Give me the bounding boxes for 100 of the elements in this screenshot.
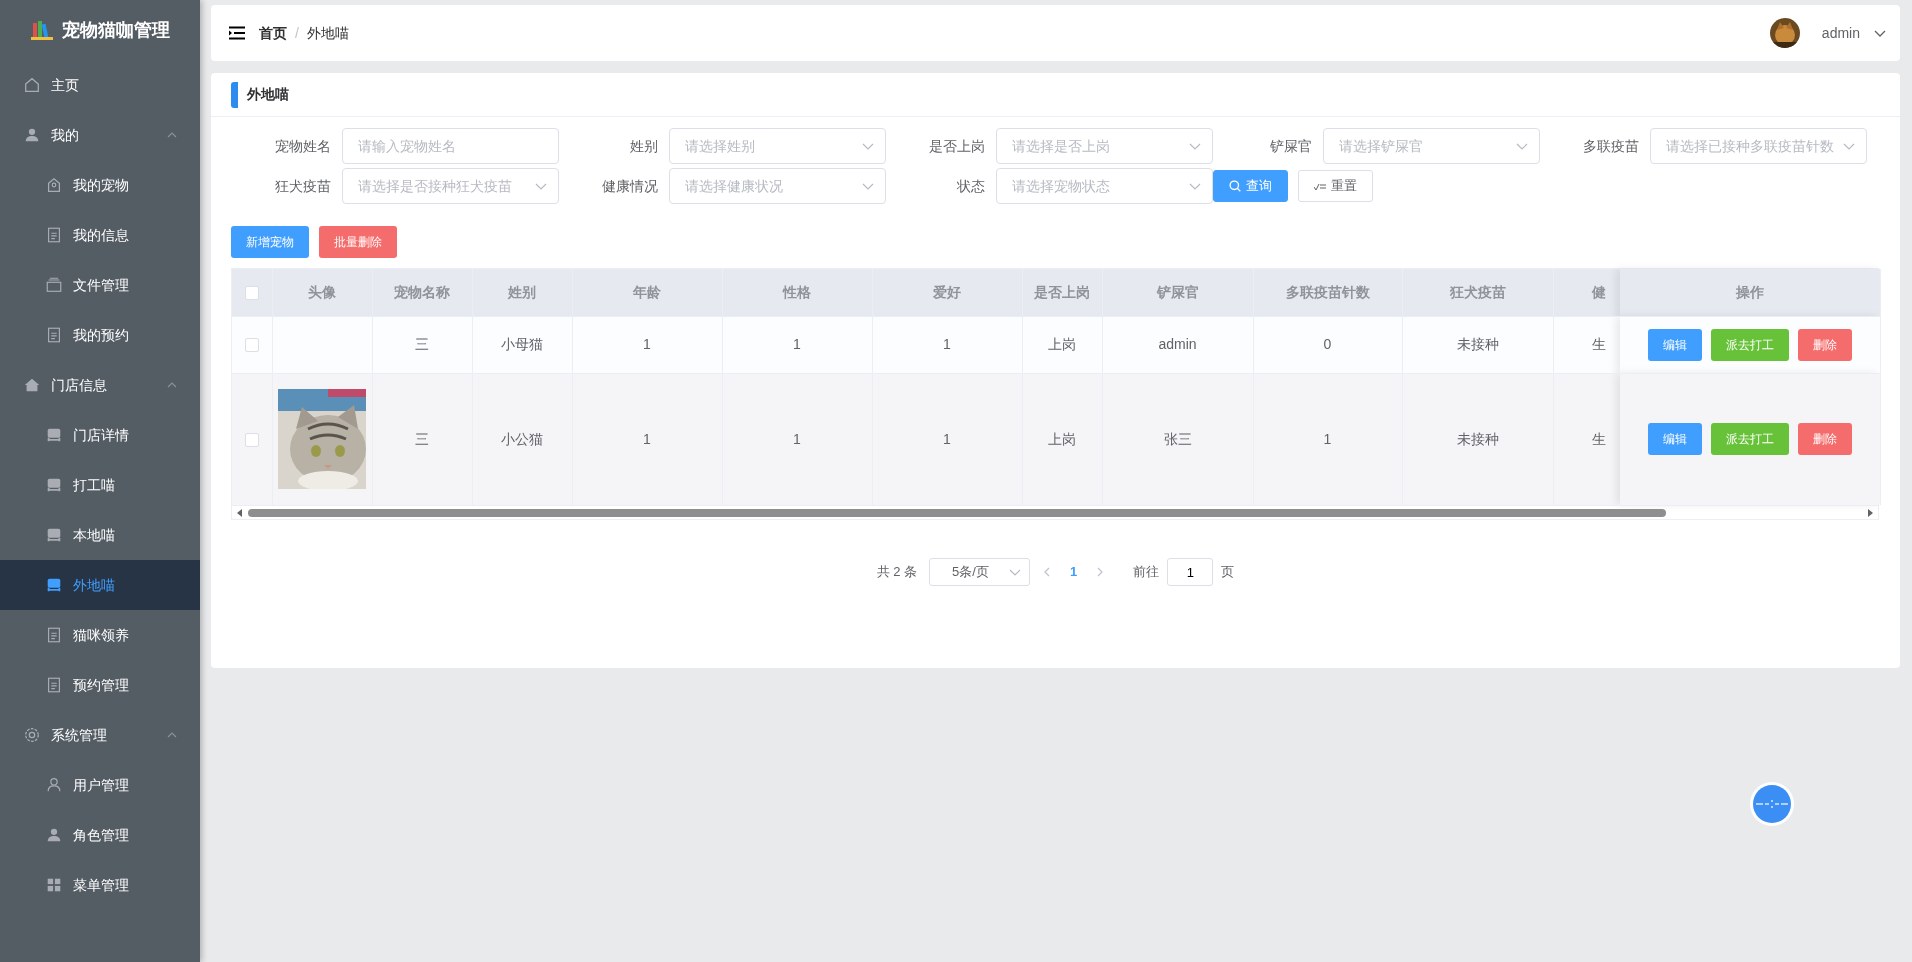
breadcrumb-separator: / xyxy=(295,23,299,43)
table-cell: 1 xyxy=(943,430,951,447)
shop-icon xyxy=(45,526,63,544)
column-header: 头像 xyxy=(308,283,336,300)
table-cell: 张三 xyxy=(1163,430,1192,447)
table-cell: 上岗 xyxy=(1048,430,1076,447)
menu-item[interactable]: 外地喵 xyxy=(0,560,200,610)
menu-item[interactable]: 系统管理 xyxy=(0,710,200,760)
column-header: 狂犬疫苗 xyxy=(1449,283,1506,300)
table-cell: 上岗 xyxy=(1048,336,1076,352)
table-cell: 1 xyxy=(793,336,801,352)
menu-item[interactable]: 我的预约 xyxy=(0,310,200,360)
table-cell: 0 xyxy=(1323,336,1332,352)
column-header: 宠物名称 xyxy=(394,283,450,300)
table-cell: 小母猫 xyxy=(501,336,543,352)
table-cell: 未接种 xyxy=(1456,336,1499,352)
document-icon xyxy=(45,676,63,694)
table-cell: 1 xyxy=(643,336,651,352)
scroll-left-icon[interactable] xyxy=(236,508,244,517)
column-header: 铲屎官 xyxy=(1156,283,1199,300)
user-icon xyxy=(45,826,63,844)
table-cell: 1 xyxy=(943,336,951,352)
checkbox[interactable] xyxy=(244,338,259,353)
table-cell: 三 xyxy=(415,336,429,352)
tray-icon xyxy=(45,276,63,294)
document-icon xyxy=(45,226,63,244)
grid-icon xyxy=(45,876,63,894)
app-title: 宠物猫咖管理 xyxy=(62,18,170,42)
settings-icon xyxy=(23,726,41,744)
select-field[interactable]: 请选择已接种多联疫苗针数 xyxy=(1650,128,1867,164)
page-suffix: 页 xyxy=(1221,563,1235,582)
menu-item[interactable]: 预约管理 xyxy=(0,660,200,710)
menu-icon[interactable] xyxy=(229,26,245,40)
panel-title: 外地喵 xyxy=(247,85,289,104)
field-label: 狂犬疫苗 xyxy=(274,176,332,196)
table-cell: admin xyxy=(1158,336,1197,352)
menu-item[interactable]: 本地喵 xyxy=(0,510,200,560)
document-icon xyxy=(45,326,63,344)
reset-button[interactable]: 重置 xyxy=(1298,170,1373,202)
field-label: 健康情况 xyxy=(601,176,659,196)
menu-item[interactable]: 主页 xyxy=(0,60,200,110)
breadcrumb-link[interactable]: 首页 xyxy=(259,22,287,44)
column-header: 性格 xyxy=(783,283,811,300)
table-cell: 1 xyxy=(1323,430,1332,447)
select-field[interactable]: 请选择姓别 xyxy=(669,128,886,164)
field-label: 宠物姓名 xyxy=(274,136,332,156)
menu-item[interactable]: 文件管理 xyxy=(0,260,200,310)
field-label: 姓别 xyxy=(629,136,659,156)
field-label: 状态 xyxy=(956,176,986,196)
total-count: 共 2 条 xyxy=(876,563,918,582)
select-field[interactable]: 请选择是否接种狂犬疫苗 xyxy=(342,168,559,204)
menu-item[interactable]: 我的宠物 xyxy=(0,160,200,210)
table-cell: 未接种 xyxy=(1456,430,1499,447)
table-cell: 生 xyxy=(1591,336,1606,352)
title-accent-bar xyxy=(231,81,238,108)
column-header: 是否上岗 xyxy=(1034,283,1090,300)
scroll-right-icon[interactable] xyxy=(1866,508,1874,517)
shop-icon xyxy=(45,426,63,444)
field-label: 多联疫苗 xyxy=(1582,136,1640,156)
input-field[interactable]: 请输入宠物姓名 xyxy=(342,128,559,164)
menu-item[interactable]: 门店详情 xyxy=(0,410,200,460)
menu-item[interactable]: 我的 xyxy=(0,110,200,160)
table-cell: 小公猫 xyxy=(501,430,543,447)
search-icon xyxy=(1229,180,1241,192)
horizontal-scrollbar[interactable] xyxy=(232,505,1878,519)
column-header: 姓别 xyxy=(508,283,536,300)
select-field[interactable]: 请选择铲屎官 xyxy=(1323,128,1540,164)
table-cell: 1 xyxy=(793,430,801,447)
page-input[interactable]: 1 xyxy=(1167,558,1214,586)
column-header: 操作 xyxy=(1735,283,1764,300)
clock-widget-icon[interactable] xyxy=(1749,781,1795,827)
menu-item[interactable]: 角色管理 xyxy=(0,810,200,860)
menu-item[interactable]: 猫咪领养 xyxy=(0,610,200,660)
field-label: 铲屎官 xyxy=(1269,136,1313,156)
select-field[interactable]: 请选择是否上岗 xyxy=(996,128,1213,164)
column-header: 健 xyxy=(1591,283,1606,300)
user-name[interactable]: admin xyxy=(1821,22,1860,44)
reset-icon xyxy=(1314,181,1326,191)
menu-item[interactable]: 菜单管理 xyxy=(0,860,200,910)
table-cell: 1 xyxy=(643,430,651,447)
checkbox[interactable] xyxy=(244,286,259,301)
checkbox[interactable] xyxy=(244,433,259,448)
column-header: 多联疫苗针数 xyxy=(1285,283,1370,300)
user-icon xyxy=(45,776,63,794)
table-cell: 三 xyxy=(415,430,429,447)
shop-icon xyxy=(45,576,63,594)
page-size-select[interactable]: 5条/页 xyxy=(929,558,1031,586)
select-field[interactable]: 请选择宠物状态 xyxy=(996,168,1213,204)
menu-item[interactable]: 我的信息 xyxy=(0,210,200,260)
select-field[interactable]: 请选择健康状况 xyxy=(669,168,886,204)
menu-item[interactable]: 门店信息 xyxy=(0,360,200,410)
document-icon xyxy=(45,626,63,644)
column-header: 年龄 xyxy=(633,283,661,300)
shop-icon xyxy=(45,476,63,494)
tag-icon xyxy=(45,176,63,194)
menu-item[interactable]: 用户管理 xyxy=(0,760,200,810)
column-header: 爱好 xyxy=(933,283,961,300)
field-label: 是否上岗 xyxy=(928,136,986,156)
menu-item[interactable]: 打工喵 xyxy=(0,460,200,510)
books-icon xyxy=(30,18,54,42)
